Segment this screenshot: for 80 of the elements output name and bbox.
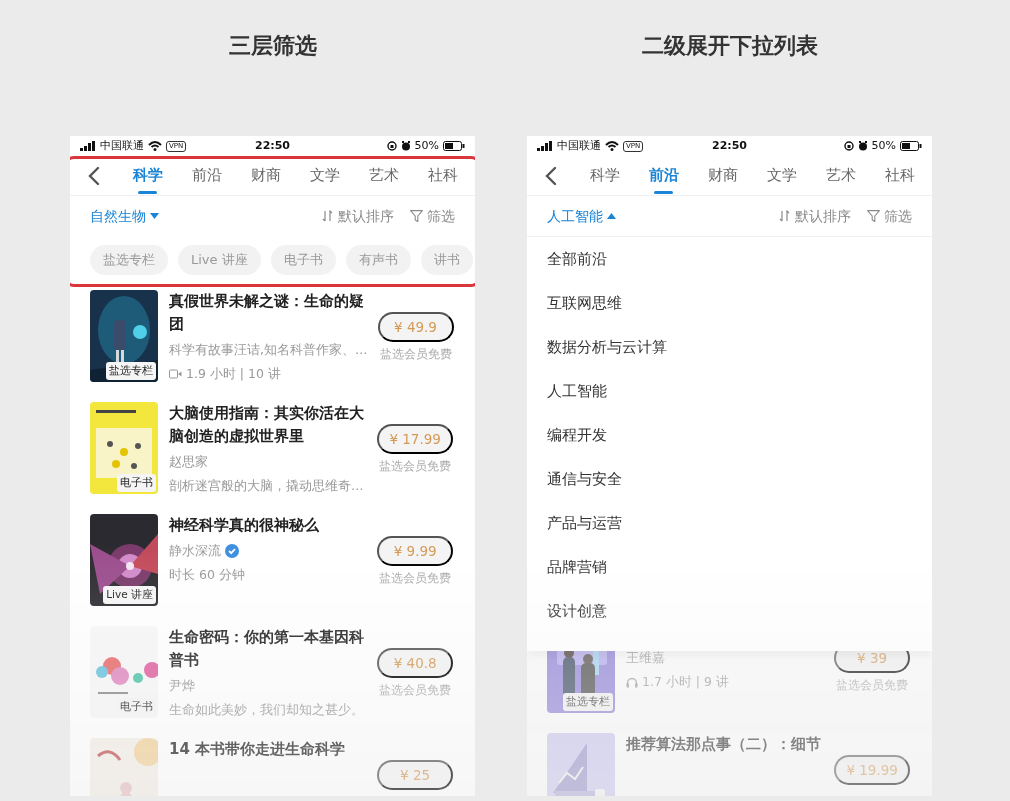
- item-title[interactable]: 14 本书带你走进生命科学: [169, 738, 365, 761]
- verified-icon: [225, 544, 239, 559]
- sort-option[interactable]: 默认排序: [795, 205, 851, 227]
- wifi-icon: [605, 141, 619, 151]
- category-tab[interactable]: 艺术: [811, 155, 870, 196]
- dropdown-item[interactable]: 数据分析与云计算: [527, 325, 932, 369]
- battery-percent: 50%: [871, 137, 896, 154]
- carrier-name: 中国联通: [100, 137, 144, 154]
- dropdown-item[interactable]: 通信与安全: [527, 457, 932, 501]
- cover-label: 盐选专栏: [106, 362, 156, 380]
- sort-icon[interactable]: [322, 210, 334, 222]
- headphones-icon: [626, 676, 638, 688]
- battery-icon: [900, 141, 922, 151]
- battery-percent: 50%: [414, 137, 439, 154]
- filter-icon[interactable]: [867, 210, 880, 222]
- back-icon[interactable]: [88, 165, 100, 186]
- filter-option[interactable]: 筛选: [427, 205, 455, 227]
- caret-up-icon: [607, 213, 616, 219]
- rotation-lock-icon: [386, 141, 397, 151]
- category-tab[interactable]: 文学: [295, 155, 354, 196]
- cover-label: Live 讲座: [103, 586, 156, 604]
- signal-icon: [80, 141, 96, 151]
- item-title[interactable]: 真假世界未解之谜：生命的疑团: [169, 290, 365, 336]
- battery-icon: [443, 141, 465, 151]
- cover-label: 盐选专栏: [563, 693, 613, 711]
- member-free-label: 盐选会员免费: [379, 346, 452, 363]
- item-title[interactable]: 神经科学真的很神秘么: [169, 514, 365, 537]
- item-subtitle: 科学有故事汪诘,知名科普作家、…: [169, 341, 368, 359]
- wifi-icon: [148, 141, 162, 151]
- dropdown-item[interactable]: 设计创意: [527, 589, 932, 633]
- member-free-label: 盐选会员免费: [379, 570, 452, 587]
- signal-icon: [537, 141, 553, 151]
- category-tab[interactable]: 科学: [575, 155, 634, 196]
- item-subtitle: 赵思家: [169, 453, 208, 471]
- member-free-label: 盐选会员免费: [379, 682, 452, 699]
- sort-option[interactable]: 默认排序: [338, 205, 394, 227]
- category-tab[interactable]: 前沿: [634, 155, 693, 196]
- item-meta: 1.7 小时 | 9 讲: [642, 672, 729, 691]
- dropdown-item[interactable]: 产品与运营: [527, 501, 932, 545]
- alarm-icon: [857, 141, 868, 151]
- dropdown-item[interactable]: 全部前沿: [527, 237, 932, 281]
- panel-heading: 三层筛选: [227, 31, 318, 60]
- category-tab[interactable]: 社科: [870, 155, 929, 196]
- dropdown-item[interactable]: 人工智能: [527, 369, 932, 413]
- category-tab[interactable]: 财商: [236, 155, 295, 196]
- item-description: 生命如此美妙，我们却知之甚少。: [169, 700, 364, 719]
- cover-label: 电子书: [117, 474, 156, 492]
- video-icon: [169, 369, 182, 380]
- filter-option[interactable]: 筛选: [884, 205, 912, 227]
- dropdown-item[interactable]: 互联网思维: [527, 281, 932, 325]
- dropdown-item[interactable]: 编程开发: [527, 413, 932, 457]
- member-free-label: 盐选会员免费: [379, 458, 452, 475]
- category-dropdown[interactable]: 自然生物: [90, 205, 159, 227]
- clock-time: 22:50: [711, 137, 748, 154]
- item-description: 时长 60 分钟: [169, 565, 245, 584]
- clock-time: 22:50: [254, 137, 291, 154]
- item-title[interactable]: 大脑使用指南：其实你活在大脑创造的虚拟世界里: [169, 402, 365, 448]
- filter-icon[interactable]: [410, 210, 423, 222]
- category-tab[interactable]: 前沿: [177, 155, 236, 196]
- category-tab[interactable]: 科学: [118, 155, 177, 196]
- category-dropdown[interactable]: 人工智能: [547, 205, 616, 227]
- item-description: 剖析迷宫般的大脑，撬动思维奇…: [169, 476, 364, 495]
- item-subtitle: 王维嘉: [626, 649, 665, 667]
- panel-heading: 二级展开下拉列表: [640, 31, 819, 60]
- sort-icon[interactable]: [779, 210, 791, 222]
- category-tab[interactable]: 文学: [752, 155, 811, 196]
- alarm-icon: [400, 141, 411, 151]
- item-title[interactable]: 生命密码：你的第一本基因科普书: [169, 626, 365, 672]
- author-name: 静水深流: [169, 542, 221, 560]
- caret-down-icon: [150, 213, 159, 219]
- item-meta: 1.9 小时 | 10 讲: [186, 364, 281, 383]
- back-icon[interactable]: [545, 165, 557, 186]
- carrier-name: 中国联通: [557, 137, 601, 154]
- category-tab[interactable]: 社科: [413, 155, 472, 196]
- category-tab[interactable]: 财商: [693, 155, 752, 196]
- item-title[interactable]: 推荐算法那点事（二）：细节: [626, 733, 822, 756]
- dropdown-item[interactable]: 品牌营销: [527, 545, 932, 589]
- rotation-lock-icon: [843, 141, 854, 151]
- category-tab[interactable]: 艺术: [354, 155, 413, 196]
- item-subtitle: 尹烨: [169, 677, 195, 695]
